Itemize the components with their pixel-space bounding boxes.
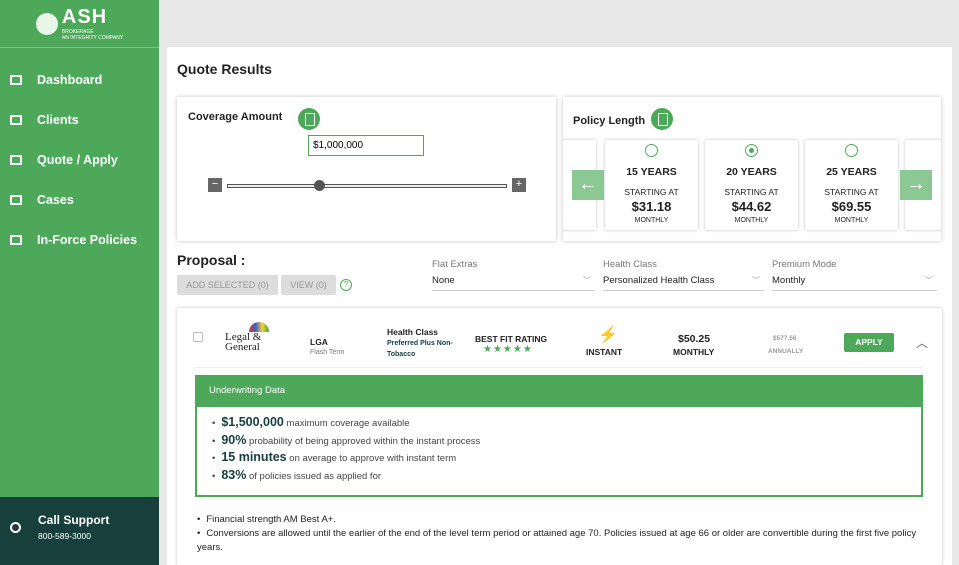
add-selected-button[interactable]: ADD SELECTED (0) <box>177 275 278 295</box>
help-icon[interactable]: ? <box>340 279 352 291</box>
sidebar-item-cases[interactable]: Cases <box>0 180 159 220</box>
rating-stars: ★★★★★ <box>483 344 533 355</box>
health-class-select[interactable]: Health Class Personalized Health Class ﹀ <box>603 259 764 291</box>
top-bar <box>159 0 959 40</box>
grid-icon <box>10 75 22 85</box>
flat-extras-select[interactable]: Flat Extras None ﹀ <box>432 259 595 291</box>
increase-button[interactable]: + <box>512 178 526 192</box>
main-content: Quote Results Coverage Amount − + Policy… <box>167 47 952 565</box>
proposal-heading: Proposal : <box>177 252 246 268</box>
underwriting-panel: Underwriting Data $1,500,000 maximum cov… <box>195 375 923 497</box>
sidebar: ASH BROKERAGE AN INTEGRITY COMPANY Dashboa… <box>0 0 159 565</box>
call-support[interactable]: Call Support 800-589-3000 <box>0 497 159 565</box>
coverage-amount-input[interactable] <box>308 135 424 156</box>
calculator-icon[interactable] <box>651 108 673 130</box>
arrow-right-icon[interactable]: → <box>900 170 932 200</box>
decrease-button[interactable]: − <box>208 178 222 192</box>
chart-icon <box>10 235 22 245</box>
ash-logo[interactable]: ASH BROKERAGE AN INTEGRITY COMPANY <box>0 0 159 48</box>
radio-15[interactable] <box>645 144 658 157</box>
policy-option-15[interactable]: 15 YEARS STARTING AT $31.18 MONTHLY <box>605 140 698 230</box>
policy-option-25[interactable]: 25 YEARS STARTING AT $69.55 MONTHLY <box>805 140 898 230</box>
sidebar-item-quote-apply[interactable]: Quote / Apply <box>0 140 159 180</box>
sidebar-item-clients[interactable]: Clients <box>0 100 159 140</box>
sidebar-item-in-force-policies[interactable]: In-Force Policies <box>0 220 159 260</box>
apply-button[interactable]: APPLY <box>844 333 894 352</box>
premium-mode-select[interactable]: Premium Mode Monthly ﹀ <box>772 259 937 291</box>
page-title: Quote Results <box>177 61 272 77</box>
select-checkbox[interactable] <box>193 332 203 342</box>
radio-20[interactable] <box>745 144 758 157</box>
users-icon <box>10 115 22 125</box>
policy-option-20[interactable]: 20 YEARS STARTING AT $44.62 MONTHLY <box>705 140 798 230</box>
policy-notes: Financial strength AM Best A+. Conversio… <box>197 513 917 555</box>
list-icon <box>10 155 22 165</box>
chevron-down-icon: ﹀ <box>583 276 591 285</box>
chevron-down-icon: ﹀ <box>925 276 933 285</box>
slider-thumb[interactable] <box>314 180 326 191</box>
calculator-icon[interactable] <box>298 108 320 130</box>
tree-logo-icon <box>35 12 58 35</box>
view-button[interactable]: VIEW (0) <box>281 275 336 295</box>
chevron-down-icon: ﹀ <box>752 276 760 285</box>
quote-row: Legal & General LGA Flash Term Health Cla… <box>177 308 942 565</box>
arrow-left-icon[interactable]: ← <box>572 170 604 200</box>
radio-25[interactable] <box>845 144 858 157</box>
headset-icon <box>10 522 21 533</box>
briefcase-icon <box>10 195 22 205</box>
chevron-up-icon[interactable]: ︿ <box>916 334 928 351</box>
legal-general-logo: Legal & General <box>225 322 275 353</box>
coverage-card: Coverage Amount − + <box>177 97 556 241</box>
sidebar-item-dashboard[interactable]: Dashboard <box>0 60 159 100</box>
lightning-icon: ⚡ <box>598 327 618 344</box>
policy-length-card: Policy Length 15 YEARS STARTING AT $31.18 M… <box>563 97 941 241</box>
coverage-slider[interactable] <box>227 184 507 188</box>
